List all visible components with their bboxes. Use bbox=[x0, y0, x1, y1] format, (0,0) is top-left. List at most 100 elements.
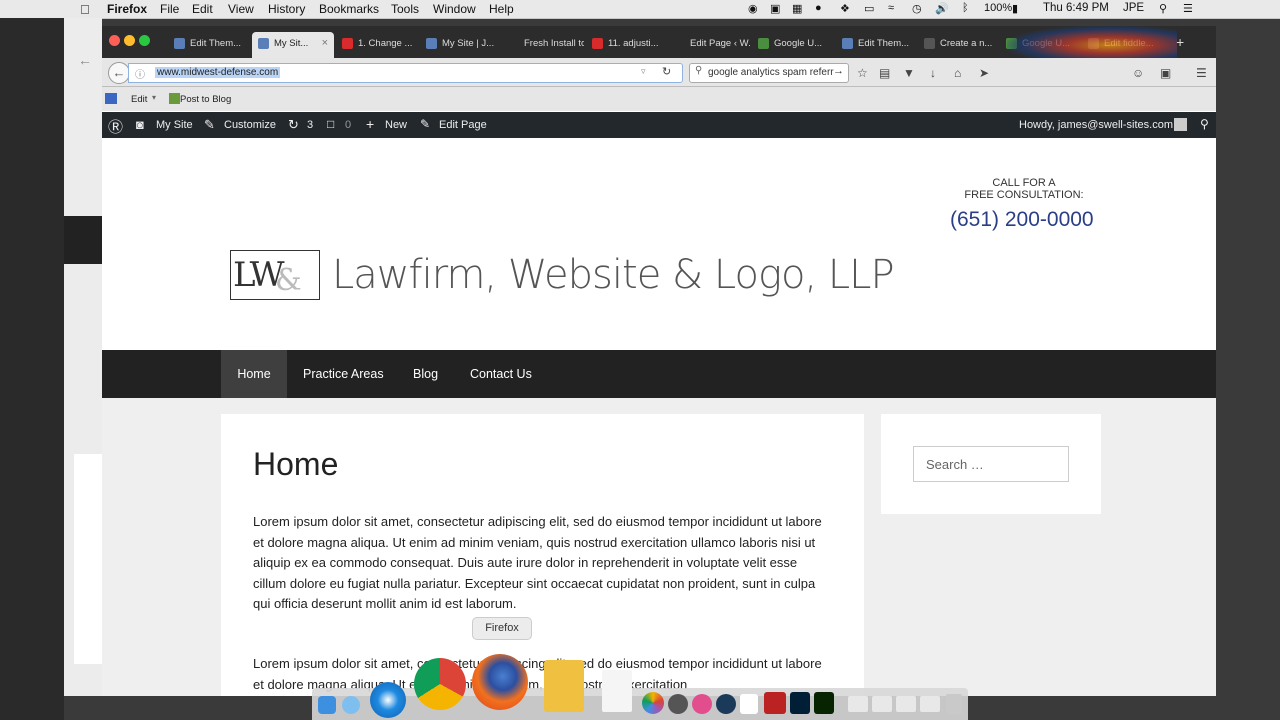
bookmark-star-icon[interactable]: ☆ bbox=[857, 66, 868, 80]
calendar-icon[interactable] bbox=[740, 694, 758, 714]
itunes-icon[interactable] bbox=[692, 694, 712, 714]
tab-item[interactable]: Fresh Install to... bbox=[502, 32, 584, 58]
dock-window-thumbnail-icon[interactable] bbox=[920, 696, 940, 712]
menu-bookmarks[interactable]: Bookmarks bbox=[319, 2, 379, 16]
extension-icon[interactable]: ▣ bbox=[1160, 66, 1171, 80]
tab-item[interactable]: Create a n... bbox=[918, 32, 1000, 58]
wp-search-icon[interactable]: ⚲ bbox=[1200, 117, 1209, 131]
wp-customize[interactable]: Customize bbox=[224, 119, 276, 131]
tab-item[interactable]: My Sit... × bbox=[252, 32, 334, 58]
menu-file[interactable]: File bbox=[160, 2, 179, 16]
notification-center-icon[interactable]: ☰ bbox=[1183, 2, 1193, 15]
filezilla-icon[interactable] bbox=[764, 692, 786, 714]
url-text[interactable]: www.midwest-defense.com bbox=[155, 67, 281, 78]
creative-cloud-icon[interactable]: ● bbox=[815, 2, 822, 14]
tab-item[interactable]: Edit Them... bbox=[836, 32, 918, 58]
battery-percent: 100% bbox=[984, 2, 1013, 14]
nav-home[interactable]: Home bbox=[221, 350, 287, 398]
zoom-window-button[interactable] bbox=[139, 35, 150, 46]
wp-comments-count[interactable]: 0 bbox=[345, 119, 351, 131]
menu-edit[interactable]: Edit bbox=[192, 2, 213, 16]
site-title[interactable]: Lawfirm, Website & Logo, LLP bbox=[332, 252, 895, 298]
system-preferences-icon[interactable] bbox=[668, 694, 688, 714]
bookmark-edit-dropdown-icon[interactable]: ▾ bbox=[152, 93, 156, 102]
wp-howdy[interactable]: Howdy, james@swell-sites.com bbox=[1019, 119, 1173, 131]
avatar[interactable] bbox=[1174, 118, 1187, 131]
battery-icon[interactable]: ▮ bbox=[1012, 2, 1018, 15]
menubar-app-name[interactable]: Firefox bbox=[107, 2, 147, 16]
nav-practice-areas[interactable]: Practice Areas bbox=[303, 350, 384, 398]
wp-updates-count[interactable]: 3 bbox=[307, 119, 313, 131]
reading-list-icon[interactable]: ▤ bbox=[879, 66, 890, 80]
phone-number[interactable]: (651) 200-0000 bbox=[950, 208, 1094, 232]
nav-blog[interactable]: Blog bbox=[413, 350, 438, 398]
menu-history[interactable]: History bbox=[268, 2, 305, 16]
menu-help[interactable]: Help bbox=[489, 2, 514, 16]
menu-view[interactable]: View bbox=[228, 2, 254, 16]
sidebar-search-input[interactable]: Search … bbox=[913, 446, 1069, 482]
tab-item[interactable]: 1. Change ... bbox=[336, 32, 418, 58]
dropbox-icon[interactable]: ❖ bbox=[840, 2, 850, 15]
emoji-icon[interactable]: ☺ bbox=[1132, 66, 1144, 80]
photoshop-icon[interactable] bbox=[790, 692, 810, 714]
trash-icon[interactable] bbox=[946, 694, 962, 714]
send-icon[interactable]: ➤ bbox=[979, 66, 989, 80]
airplay-icon[interactable]: ▭ bbox=[864, 2, 874, 15]
home-icon[interactable]: ⌂ bbox=[954, 66, 961, 80]
site-logo[interactable]: LW & bbox=[230, 250, 320, 300]
messages-icon[interactable] bbox=[342, 696, 360, 714]
menubar-user[interactable]: JPE bbox=[1123, 2, 1144, 14]
tab-item[interactable]: Edit Page ‹ W... bbox=[668, 32, 750, 58]
tab-item[interactable]: Edit Them... bbox=[168, 32, 250, 58]
menu-hamburger-icon[interactable]: ☰ bbox=[1196, 66, 1207, 80]
photos-icon[interactable] bbox=[642, 692, 664, 714]
stop-icon[interactable]: ▣ bbox=[770, 2, 780, 15]
tab-item[interactable]: 11. adjusti... bbox=[586, 32, 668, 58]
search-bar-text[interactable]: google analytics spam referr bbox=[708, 67, 834, 78]
quicktime-icon[interactable] bbox=[716, 694, 736, 714]
bluetooth-icon[interactable]: ᛒ bbox=[962, 2, 969, 14]
search-bar[interactable]: ⚲ google analytics spam referr → bbox=[689, 63, 849, 83]
app-icon[interactable]: ▦ bbox=[792, 2, 802, 15]
minimize-window-button[interactable] bbox=[124, 35, 135, 46]
nav-contact-us[interactable]: Contact Us bbox=[470, 350, 532, 398]
apple-icon[interactable]:  bbox=[80, 2, 90, 17]
bookmark-edit[interactable]: Edit bbox=[131, 94, 147, 105]
dock-window-thumbnail-icon[interactable] bbox=[848, 696, 868, 712]
reload-icon[interactable]: ↻ bbox=[662, 65, 671, 78]
pages-icon[interactable] bbox=[544, 660, 584, 712]
volume-icon[interactable]: 🔊 bbox=[935, 2, 949, 15]
dock-window-thumbnail-icon[interactable] bbox=[872, 696, 892, 712]
menu-tools[interactable]: Tools bbox=[391, 2, 419, 16]
back-button[interactable]: ← bbox=[108, 62, 130, 84]
dock-window-thumbnail-icon[interactable] bbox=[896, 696, 916, 712]
dreamweaver-icon[interactable] bbox=[814, 692, 834, 714]
time-machine-icon[interactable]: ◷ bbox=[912, 2, 922, 15]
menu-window[interactable]: Window bbox=[433, 2, 476, 16]
chrome-icon[interactable] bbox=[414, 658, 466, 710]
wifi-icon[interactable]: ≈ bbox=[888, 2, 894, 14]
pocket-icon[interactable]: ▼ bbox=[903, 66, 915, 80]
search-go-icon[interactable]: → bbox=[833, 65, 844, 77]
url-dropdown-icon[interactable]: ▿ bbox=[641, 66, 646, 77]
wp-my-site[interactable]: My Site bbox=[156, 119, 193, 131]
tab-close-icon[interactable]: × bbox=[322, 37, 328, 49]
spotlight-icon[interactable]: ⚲ bbox=[1159, 2, 1167, 15]
record-icon[interactable]: ◉ bbox=[748, 2, 758, 15]
download-icon[interactable]: ↓ bbox=[930, 66, 936, 80]
bookmark-post-to-blog[interactable]: Post to Blog bbox=[180, 94, 231, 105]
tab-item[interactable]: My Site | J... bbox=[420, 32, 502, 58]
menubar-clock[interactable]: Thu 6:49 PM bbox=[1043, 2, 1109, 14]
wp-edit-page[interactable]: Edit Page bbox=[439, 119, 487, 131]
close-window-button[interactable] bbox=[109, 35, 120, 46]
textedit-icon[interactable] bbox=[602, 670, 632, 712]
site-identity-icon[interactable]: ⓘ bbox=[135, 66, 145, 81]
tab-item[interactable]: Google U... bbox=[752, 32, 834, 58]
wp-new[interactable]: New bbox=[385, 119, 407, 131]
url-bar[interactable]: ⓘ www.midwest-defense.com ▿ ↻ bbox=[128, 63, 683, 83]
finder-icon[interactable] bbox=[318, 696, 336, 714]
new-tab-icon[interactable]: + bbox=[1176, 34, 1184, 50]
wordpress-icon[interactable]: Ⓡ bbox=[108, 116, 123, 137]
firefox-icon[interactable] bbox=[472, 654, 528, 710]
safari-icon[interactable] bbox=[370, 682, 406, 718]
